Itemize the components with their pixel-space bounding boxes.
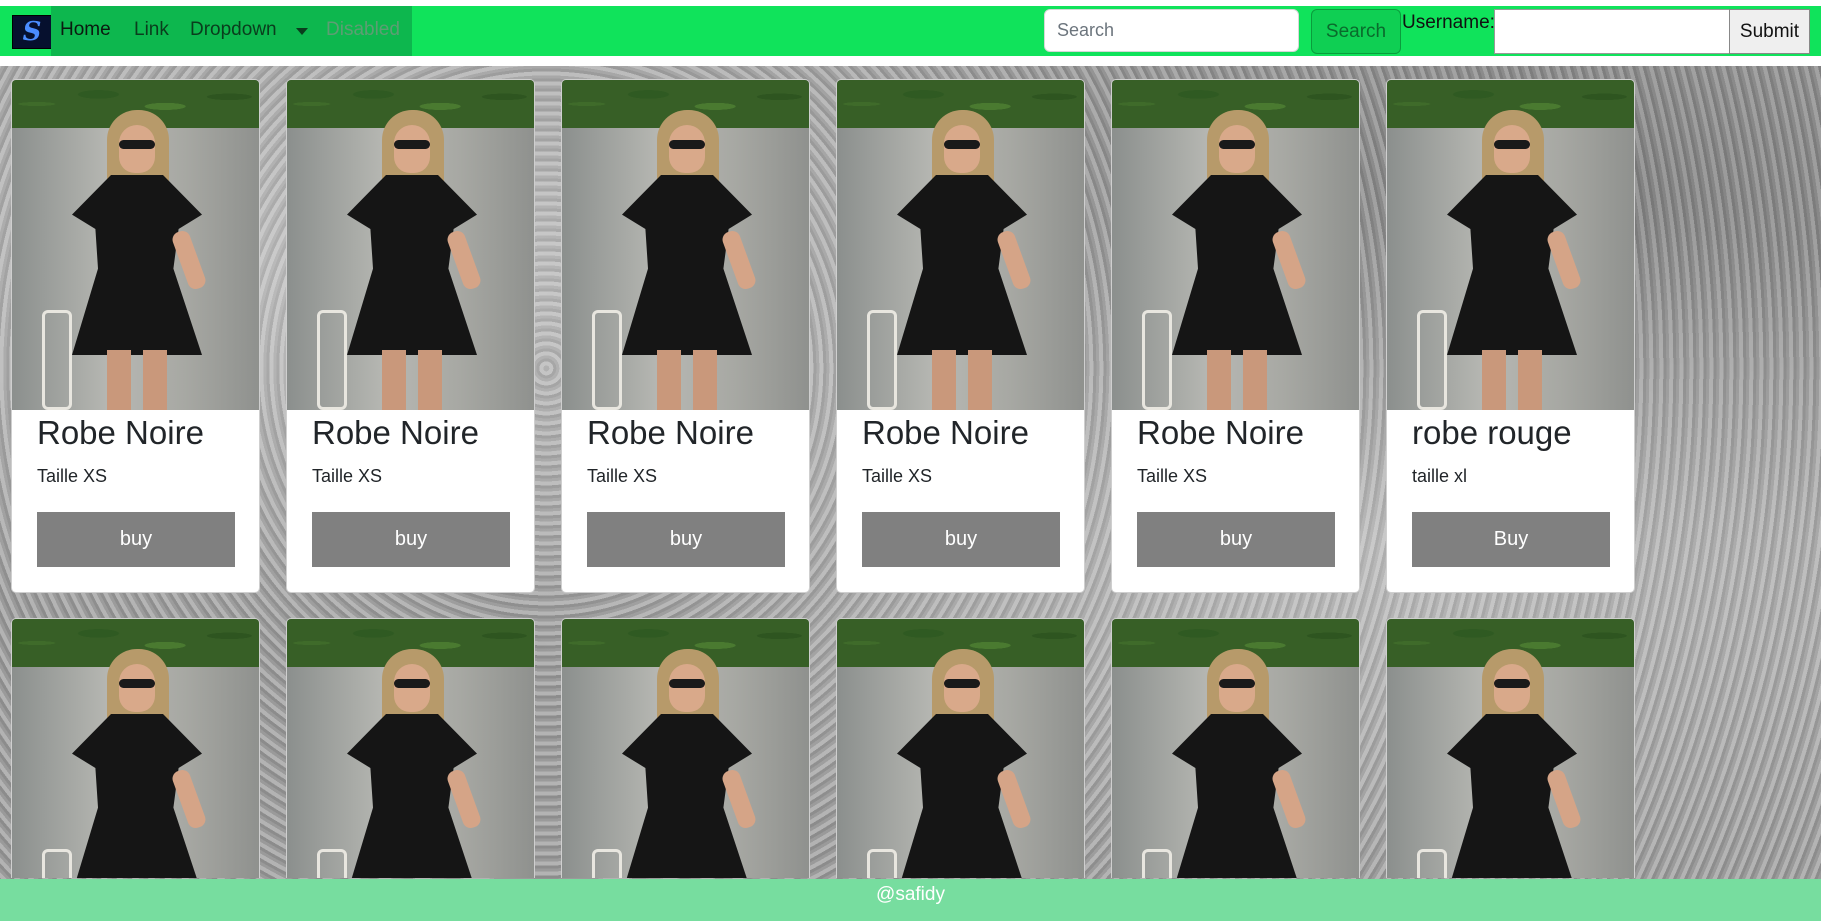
- product-card: [561, 618, 810, 878]
- chevron-down-icon[interactable]: [296, 28, 308, 35]
- product-image[interactable]: [287, 619, 534, 878]
- product-card: robe rouge taille xl Buy: [1386, 79, 1635, 593]
- buy-button[interactable]: buy: [312, 512, 510, 567]
- submit-button[interactable]: Submit: [1729, 9, 1810, 54]
- product-size: Taille XS: [312, 466, 383, 486]
- product-image[interactable]: [837, 80, 1084, 410]
- product-size: taille xl: [1412, 466, 1468, 486]
- product-size: Taille XS: [862, 466, 933, 486]
- product-image[interactable]: [562, 80, 809, 410]
- search-button[interactable]: Search: [1311, 9, 1401, 54]
- product-card: [286, 618, 535, 878]
- product-image[interactable]: [287, 80, 534, 410]
- product-title: Robe Noire: [1137, 414, 1304, 451]
- product-image[interactable]: [837, 619, 1084, 878]
- buy-button[interactable]: buy: [587, 512, 785, 567]
- product-card: Robe Noire Taille XS buy: [286, 79, 535, 593]
- nav-link[interactable]: Link: [134, 19, 169, 41]
- product-title: Robe Noire: [312, 414, 479, 451]
- product-image[interactable]: [1112, 619, 1359, 878]
- product-title: robe rouge: [1412, 414, 1572, 451]
- product-image[interactable]: [1387, 619, 1634, 878]
- nav-home-link[interactable]: Home: [60, 19, 111, 41]
- buy-button[interactable]: Buy: [1412, 512, 1610, 567]
- buy-button[interactable]: buy: [862, 512, 1060, 567]
- nav-disabled-link: Disabled: [326, 19, 400, 40]
- brand-logo[interactable]: S: [12, 15, 52, 49]
- product-card: Robe Noire Taille XS buy: [836, 79, 1085, 593]
- product-size: Taille XS: [37, 466, 108, 486]
- product-card: [11, 618, 260, 878]
- navbar: S Home Link Dropdown Disabled Search Use…: [0, 6, 1821, 56]
- footer: @safidy: [0, 879, 1821, 921]
- product-card: Robe Noire Taille XS buy: [1111, 79, 1360, 593]
- product-image[interactable]: [12, 619, 259, 878]
- username-input[interactable]: [1494, 9, 1730, 54]
- product-title: Robe Noire: [862, 414, 1029, 451]
- product-card: Robe Noire Taille XS buy: [561, 79, 810, 593]
- product-size: Taille XS: [1137, 466, 1208, 486]
- product-card: [1386, 618, 1635, 878]
- product-card: [836, 618, 1085, 878]
- footer-text: @safidy: [876, 884, 945, 905]
- brand-letter: S: [22, 17, 42, 47]
- search-input[interactable]: [1044, 9, 1299, 52]
- buy-button[interactable]: buy: [1137, 512, 1335, 567]
- product-card: Robe Noire Taille XS buy: [11, 79, 260, 593]
- nav-dropdown-toggle[interactable]: Dropdown: [190, 19, 277, 41]
- product-image[interactable]: [12, 80, 259, 410]
- username-label: Username:: [1402, 12, 1495, 33]
- product-image[interactable]: [562, 619, 809, 878]
- product-title: Robe Noire: [37, 414, 204, 451]
- product-card: [1111, 618, 1360, 878]
- product-title: Robe Noire: [587, 414, 754, 451]
- product-size: Taille XS: [587, 466, 658, 486]
- buy-button[interactable]: buy: [37, 512, 235, 567]
- product-image[interactable]: [1112, 80, 1359, 410]
- product-image[interactable]: [1387, 80, 1634, 410]
- navbar-bottom-strip: [0, 56, 1821, 66]
